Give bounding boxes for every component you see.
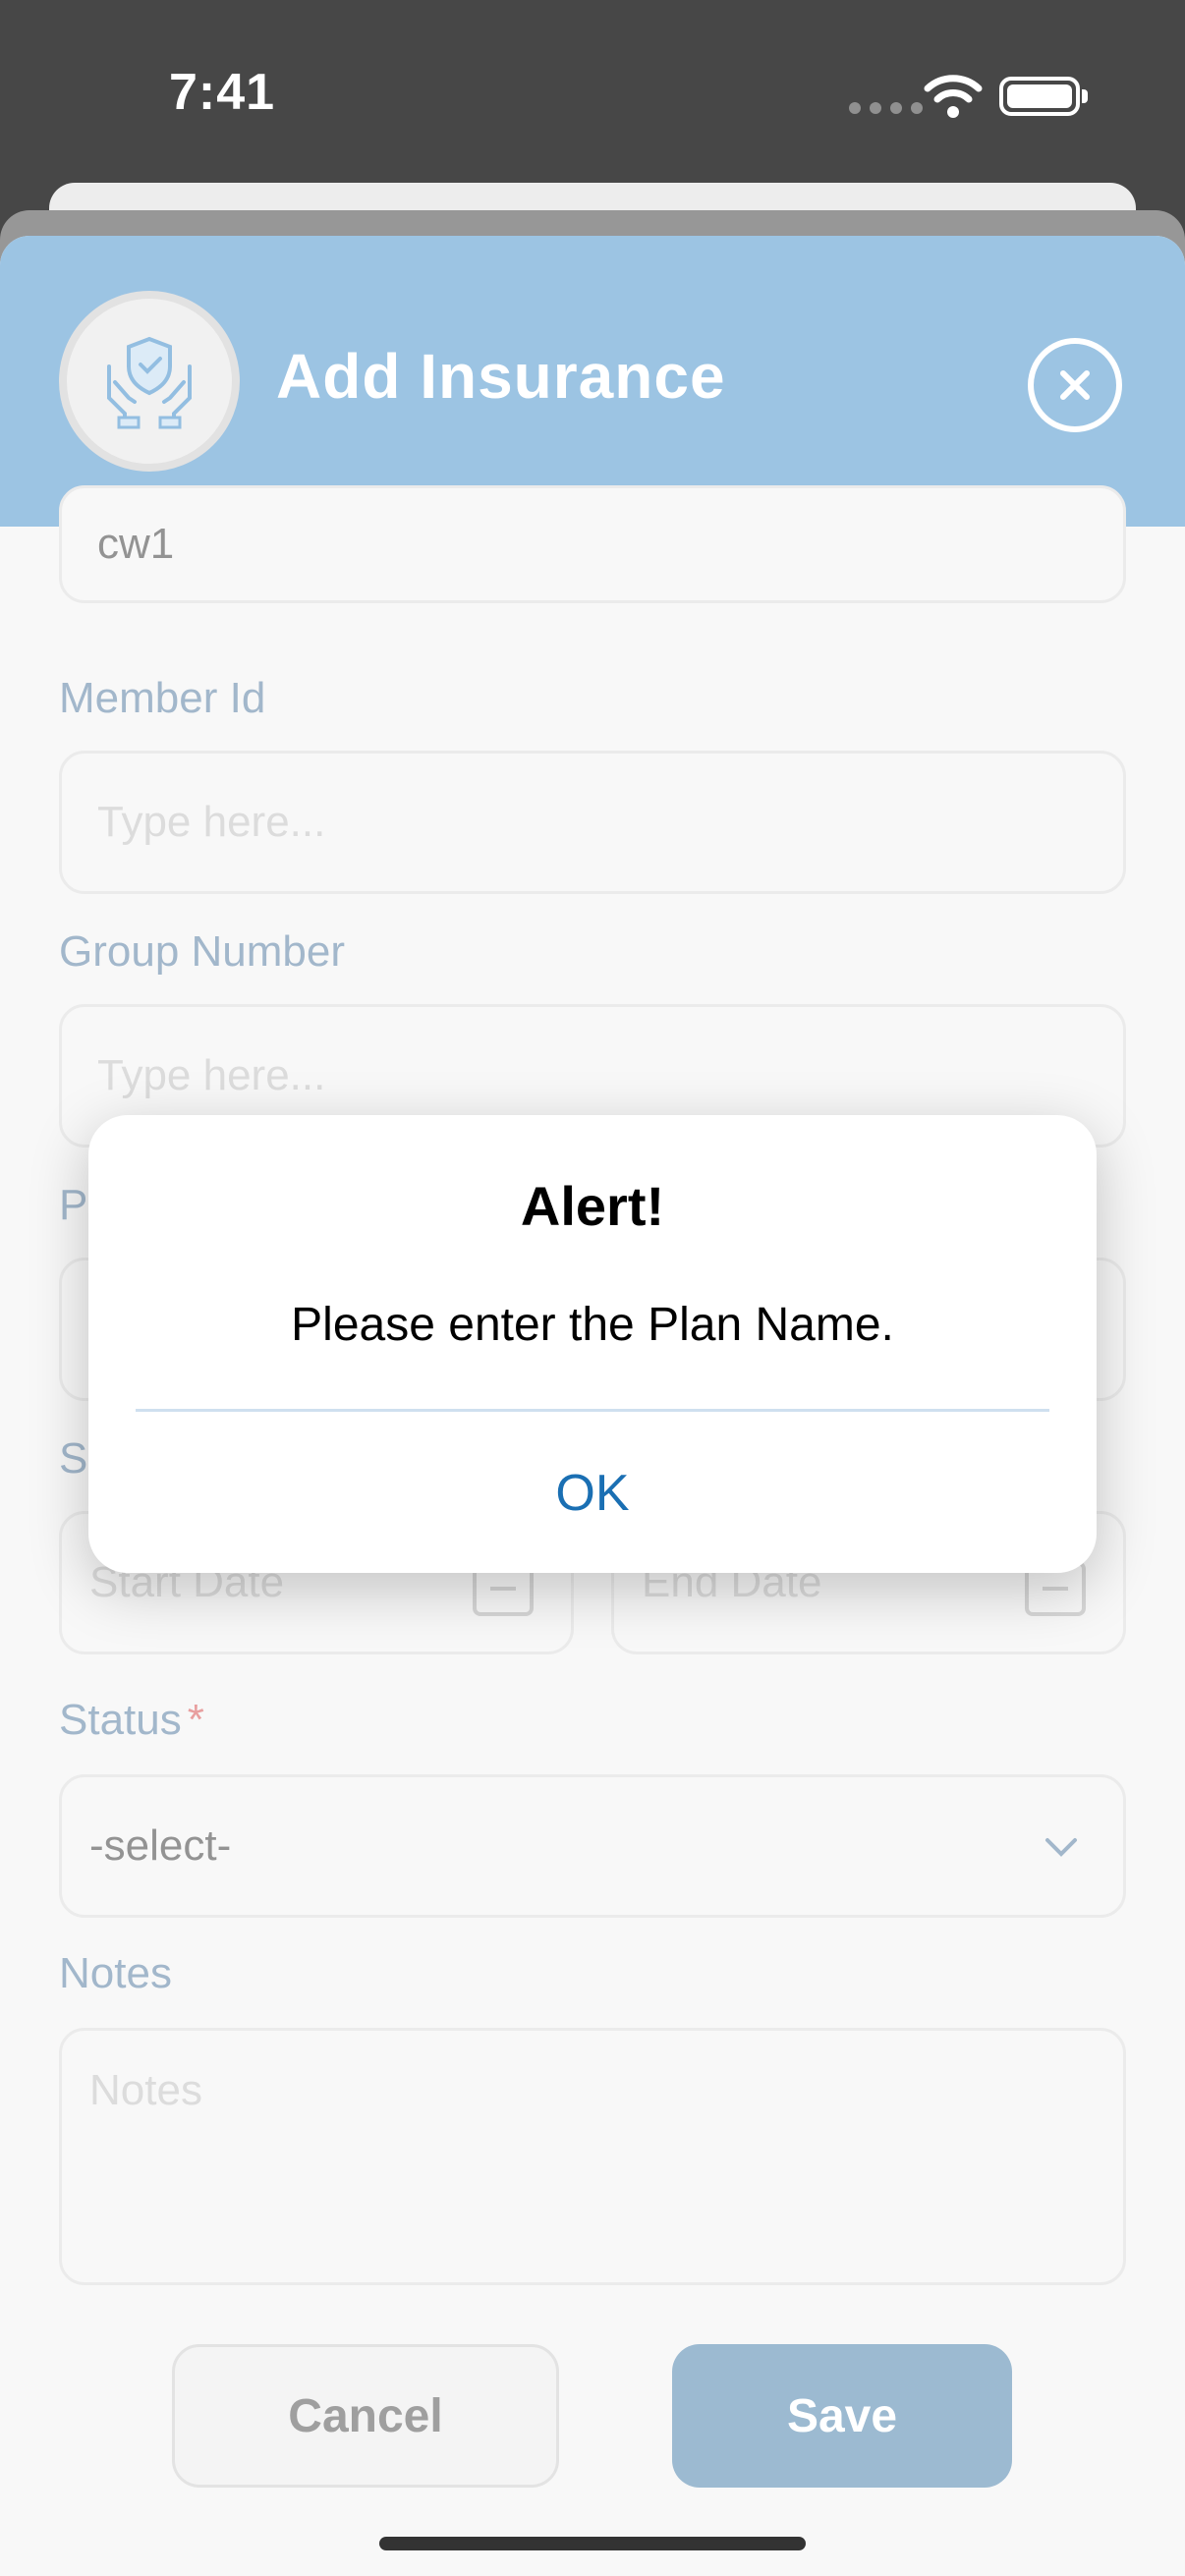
alert-title: Alert! [520,1175,665,1237]
alert-dialog: Alert! Please enter the Plan Name. OK [88,1115,1097,1573]
ok-button[interactable]: OK [88,1464,1097,1523]
alert-divider [136,1409,1049,1412]
home-indicator [379,2537,806,2550]
alert-message: Please enter the Plan Name. [291,1299,894,1351]
